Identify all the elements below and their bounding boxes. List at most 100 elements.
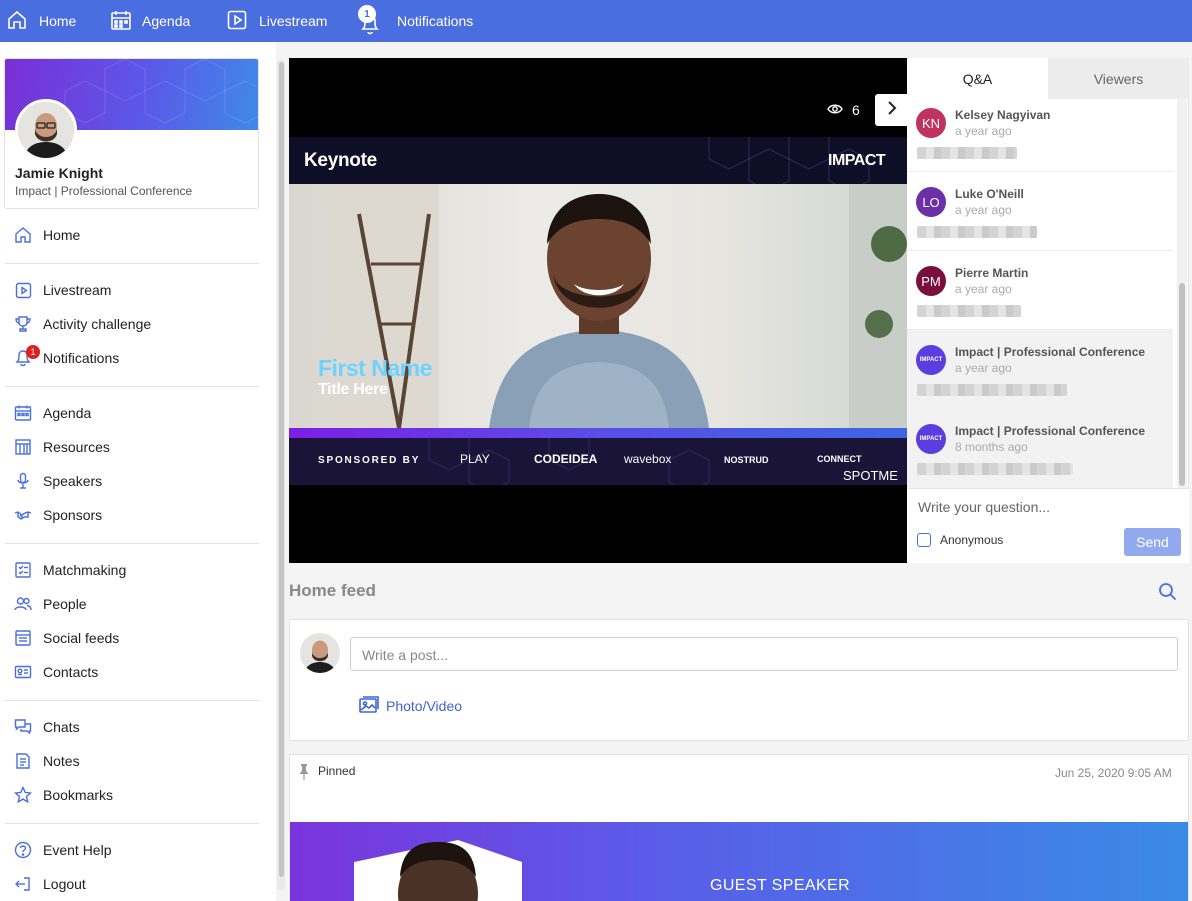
impact-logo: IMPACT <box>828 152 886 169</box>
sidebar-item-social-feeds[interactable]: Social feeds <box>14 625 259 651</box>
sidebar-item-sponsors[interactable]: Sponsors <box>14 502 259 528</box>
guest-speaker-text: GUEST SPEAKER <box>710 877 851 894</box>
avatar: PM <box>916 266 946 296</box>
qa-question-placeholder: Write your question... <box>918 499 1051 515</box>
pinned-label: Pinned <box>318 764 356 778</box>
sidebar-item-label: Resources <box>43 439 110 455</box>
qa-question-text-blurred <box>917 463 1073 475</box>
chevron-right-icon <box>887 100 897 121</box>
sidebar-item-resources[interactable]: Resources <box>14 434 259 460</box>
sidebar-item-bookmarks[interactable]: Bookmarks <box>14 782 259 808</box>
sidebar-item-contacts[interactable]: Contacts <box>14 659 259 685</box>
sidebar-item-matchmaking[interactable]: Matchmaking <box>14 557 259 583</box>
play-icon <box>14 281 32 299</box>
viewer-count-value: 6 <box>852 102 860 118</box>
sidebar-item-home[interactable]: Home <box>14 222 259 248</box>
notification-badge: 1 <box>26 345 40 359</box>
qa-author: Impact | Professional Conference <box>955 424 1146 438</box>
topnav-agenda[interactable]: Agenda <box>110 0 190 42</box>
sidebar-item-people[interactable]: People <box>14 591 259 617</box>
post-input[interactable]: Write a post... <box>350 637 1178 671</box>
sidebar-item-label: Speakers <box>43 473 103 489</box>
topnav-livestream-label: Livestream <box>259 13 328 29</box>
anonymous-checkbox[interactable] <box>917 533 931 547</box>
qa-question[interactable]: LO Luke O'Neill a year ago <box>907 172 1173 251</box>
people-icon <box>14 595 32 613</box>
notifications-count-badge: 1 <box>358 5 376 23</box>
post-timestamp: Jun 25, 2020 9:05 AM <box>1055 766 1172 780</box>
sidebar-item-label: Contacts <box>43 664 99 680</box>
qa-scrollbar-thumb[interactable] <box>1179 283 1185 486</box>
qa-question[interactable]: KN Kelsey Nagyivan a year ago <box>907 99 1173 172</box>
profile-name: Jamie Knight <box>15 165 103 181</box>
sidebar-item-activity-challenge[interactable]: Activity challenge <box>14 311 259 337</box>
sidebar-item-label: Notifications <box>43 350 120 366</box>
search-icon[interactable] <box>1158 582 1177 606</box>
feed-title: Home feed <box>289 581 376 600</box>
sidebar-item-label: Logout <box>43 876 86 892</box>
profile-card[interactable]: Jamie Knight Impact | Professional Confe… <box>4 58 259 209</box>
tab-viewers[interactable]: Viewers <box>1048 58 1189 99</box>
sidebar-item-speakers[interactable]: Speakers <box>14 468 259 494</box>
topnav-home[interactable]: Home <box>6 0 76 42</box>
sidebar-item-label: Agenda <box>43 405 92 421</box>
profile-subtitle: Impact | Professional Conference <box>15 184 193 198</box>
logout-icon <box>14 875 32 893</box>
next-session-button[interactable] <box>875 94 908 126</box>
qa-author: Pierre Martin <box>955 266 1029 280</box>
topnav-livestream[interactable]: Livestream <box>227 0 327 42</box>
sidebar-item-event-help[interactable]: Event Help <box>14 837 259 863</box>
sidebar-item-notes[interactable]: Notes <box>14 748 259 774</box>
pin-icon <box>299 764 309 785</box>
trophy-icon <box>14 315 32 333</box>
qa-author: Impact | Professional Conference <box>955 345 1146 359</box>
contact-card-icon <box>14 663 32 681</box>
sidebar-item-label: Matchmaking <box>43 562 127 578</box>
qa-question[interactable]: PM Pierre Martin a year ago <box>907 251 1173 330</box>
qa-author: Luke O'Neill <box>955 187 1024 201</box>
lower-third-name: First Name <box>318 355 432 381</box>
qa-timestamp: a year ago <box>955 361 1012 375</box>
send-button[interactable]: Send <box>1124 528 1181 556</box>
qa-question[interactable]: IMPACT Impact | Professional Conference … <box>907 330 1173 409</box>
photo-video-label: Photo/Video <box>386 698 463 714</box>
sidebar-item-notifications[interactable]: 1 Notifications <box>14 345 259 371</box>
photo-video-button[interactable]: Photo/Video <box>359 696 462 716</box>
notes-icon <box>14 752 32 770</box>
tab-qa[interactable]: Q&A <box>907 58 1048 99</box>
sidebar-divider <box>5 543 259 544</box>
anonymous-label: Anonymous <box>940 533 1004 547</box>
sidebar-divider <box>5 263 259 264</box>
home-icon <box>14 226 32 244</box>
sidebar-item-label: Event Help <box>43 842 112 858</box>
qa-timestamp: a year ago <box>955 203 1012 217</box>
top-navigation-bar: Home Agenda Livestream Notifications 1 <box>0 0 1192 42</box>
sponsor-logo: CODEIDEA <box>534 452 598 466</box>
qa-author: Kelsey Nagyivan <box>955 108 1051 122</box>
calendar-icon <box>14 404 32 422</box>
qa-question-text-blurred <box>917 147 1017 159</box>
qa-question-text-blurred <box>917 384 1067 396</box>
qa-timestamp: a year ago <box>955 124 1012 138</box>
sidebar-item-agenda[interactable]: Agenda <box>14 400 259 426</box>
resources-icon <box>14 438 32 456</box>
chat-icon <box>14 718 32 736</box>
home-icon <box>6 9 28 34</box>
avatar <box>300 633 340 673</box>
sidebar-item-logout[interactable]: Logout <box>14 871 259 897</box>
sidebar-item-label: Social feeds <box>43 630 120 646</box>
sidebar-item-label: Sponsors <box>43 507 103 523</box>
sponsor-logo: SPOTME <box>843 468 898 483</box>
sidebar-item-label: Activity challenge <box>43 316 152 332</box>
avatar: LO <box>916 187 946 217</box>
sponsor-logo: CONNECT <box>817 454 862 464</box>
sidebar-divider <box>5 823 259 824</box>
sidebar-item-chats[interactable]: Chats <box>14 714 259 740</box>
sidebar-scrollbar-thumb[interactable] <box>279 62 284 877</box>
sidebar-item-label: Home <box>43 227 81 243</box>
qa-question[interactable]: IMPACT Impact | Professional Conference … <box>907 409 1173 488</box>
sponsor-logo: PLAY <box>460 452 490 466</box>
avatar: IMPACT <box>916 424 946 454</box>
sidebar-item-livestream[interactable]: Livestream <box>14 277 259 303</box>
topnav-notifications-label: Notifications <box>397 13 474 29</box>
